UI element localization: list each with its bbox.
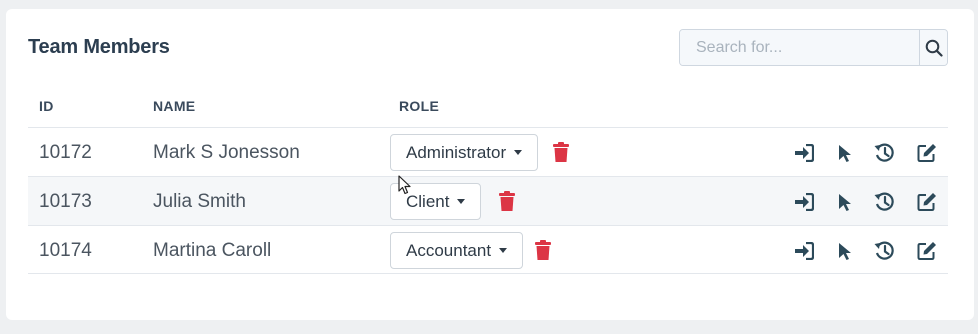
sign-in-icon[interactable] xyxy=(793,142,815,164)
history-icon[interactable] xyxy=(873,191,895,213)
pointer-glyph xyxy=(839,194,851,211)
pointer-icon[interactable] xyxy=(834,240,856,262)
pointer-icon[interactable] xyxy=(834,142,856,164)
history-glyph xyxy=(874,143,894,162)
row-id: 10172 xyxy=(39,142,92,163)
history-glyph xyxy=(874,241,894,260)
row-id: 10174 xyxy=(39,240,92,261)
sign-in-glyph xyxy=(795,144,814,162)
sign-in-icon[interactable] xyxy=(793,191,815,213)
table-row: 10173 Julia Smith Client xyxy=(28,176,948,225)
row-name: Julia Smith xyxy=(153,191,246,212)
role-dropdown[interactable]: Administrator xyxy=(390,134,539,171)
column-header-id: ID xyxy=(39,98,54,114)
mouse-cursor-icon xyxy=(398,175,411,195)
edit-icon[interactable] xyxy=(916,240,938,262)
trash-icon[interactable] xyxy=(499,191,515,211)
row-id: 10173 xyxy=(39,191,92,212)
trash-icon[interactable] xyxy=(553,142,569,162)
history-glyph xyxy=(874,192,894,211)
table-row: 10172 Mark S Jonesson Administrator xyxy=(28,127,948,176)
search-icon xyxy=(925,39,943,57)
sign-in-glyph xyxy=(795,193,814,211)
edit-glyph xyxy=(917,242,936,260)
role-dropdown-label: Administrator xyxy=(406,142,507,162)
edit-glyph xyxy=(917,144,936,162)
sign-in-icon[interactable] xyxy=(793,240,815,262)
search-input[interactable] xyxy=(680,30,919,65)
caret-down-icon xyxy=(499,248,508,253)
row-name: Martina Caroll xyxy=(153,240,272,261)
edit-glyph xyxy=(917,193,936,211)
row-name: Mark S Jonesson xyxy=(153,142,300,163)
table-row: 10174 Martina Caroll Accountant xyxy=(28,225,948,274)
history-icon[interactable] xyxy=(873,142,895,164)
pointer-icon[interactable] xyxy=(834,191,856,213)
edit-icon[interactable] xyxy=(916,191,938,213)
column-header-role: ROLE xyxy=(399,98,440,114)
trash-icon[interactable] xyxy=(535,240,551,260)
column-header-name: NAME xyxy=(153,98,196,114)
caret-down-icon xyxy=(457,199,466,204)
role-dropdown[interactable]: Accountant xyxy=(390,232,524,269)
role-dropdown-label: Client xyxy=(406,191,450,211)
history-icon[interactable] xyxy=(873,240,895,262)
edit-icon[interactable] xyxy=(916,142,938,164)
caret-down-icon xyxy=(514,150,523,155)
sign-in-glyph xyxy=(795,242,814,260)
pointer-glyph xyxy=(839,145,851,162)
pointer-glyph xyxy=(839,243,851,260)
search-box xyxy=(679,29,948,66)
role-dropdown-label: Accountant xyxy=(406,240,492,260)
page-title: Team Members xyxy=(28,36,170,58)
team-members-card: Team Members ID NAME ROLE 10172 Mark S J… xyxy=(6,9,974,320)
search-button[interactable] xyxy=(919,30,947,65)
